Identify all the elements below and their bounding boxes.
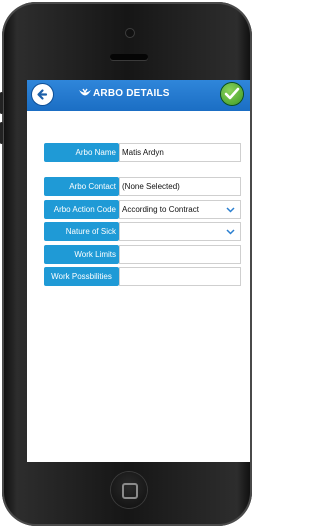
arbo-contact-label: Arbo Contact bbox=[44, 177, 119, 196]
arbo-action-code-select[interactable]: According to Contract bbox=[119, 200, 241, 219]
form-row-arbo-name: Arbo Name Matis Ardyn bbox=[44, 143, 243, 162]
arbo-logo-icon bbox=[79, 88, 91, 96]
checkmark-icon bbox=[224, 87, 240, 100]
arbo-name-label: Arbo Name bbox=[44, 143, 119, 162]
earpiece-speaker bbox=[110, 54, 148, 60]
volume-up-button bbox=[0, 92, 3, 114]
home-square-icon bbox=[122, 483, 138, 499]
home-button[interactable] bbox=[111, 472, 147, 508]
chevron-down-icon bbox=[226, 229, 235, 235]
nature-of-sick-select[interactable] bbox=[119, 222, 241, 241]
page-title: ARBO DETAILS bbox=[93, 88, 170, 99]
work-limits-label: Work Limits bbox=[44, 245, 119, 264]
arbo-action-code-value: According to Contract bbox=[122, 205, 199, 214]
header-bar: ARBO DETAILS bbox=[27, 80, 250, 111]
work-possibilities-field[interactable] bbox=[119, 267, 241, 286]
back-button[interactable] bbox=[32, 84, 53, 105]
front-camera-icon bbox=[126, 29, 134, 37]
nature-of-sick-label: Nature of Sick bbox=[44, 222, 119, 241]
phone-frame: ARBO DETAILS Arbo Name Matis Ardyn Arbo … bbox=[0, 2, 252, 526]
chevron-down-icon bbox=[226, 207, 235, 213]
work-possibilities-label: Work Possbilities bbox=[44, 267, 119, 286]
arbo-contact-field[interactable]: (None Selected) bbox=[119, 177, 241, 196]
app-screen: ARBO DETAILS Arbo Name Matis Ardyn Arbo … bbox=[27, 80, 250, 462]
arbo-name-field[interactable]: Matis Ardyn bbox=[119, 143, 241, 162]
arrow-left-icon bbox=[37, 89, 48, 100]
form-row-arbo-contact: Arbo Contact (None Selected) bbox=[44, 177, 243, 196]
form-row-nature-of-sick: Nature of Sick bbox=[44, 222, 243, 241]
confirm-button[interactable] bbox=[221, 83, 243, 105]
form-row-work-possibilities: Work Possbilities bbox=[44, 267, 243, 286]
arbo-action-code-label: Arbo Action Code bbox=[44, 200, 119, 219]
form-row-arbo-action-code: Arbo Action Code According to Contract bbox=[44, 200, 243, 219]
form-row-work-limits: Work Limits bbox=[44, 245, 243, 264]
volume-down-button bbox=[0, 122, 3, 144]
work-limits-field[interactable] bbox=[119, 245, 241, 264]
